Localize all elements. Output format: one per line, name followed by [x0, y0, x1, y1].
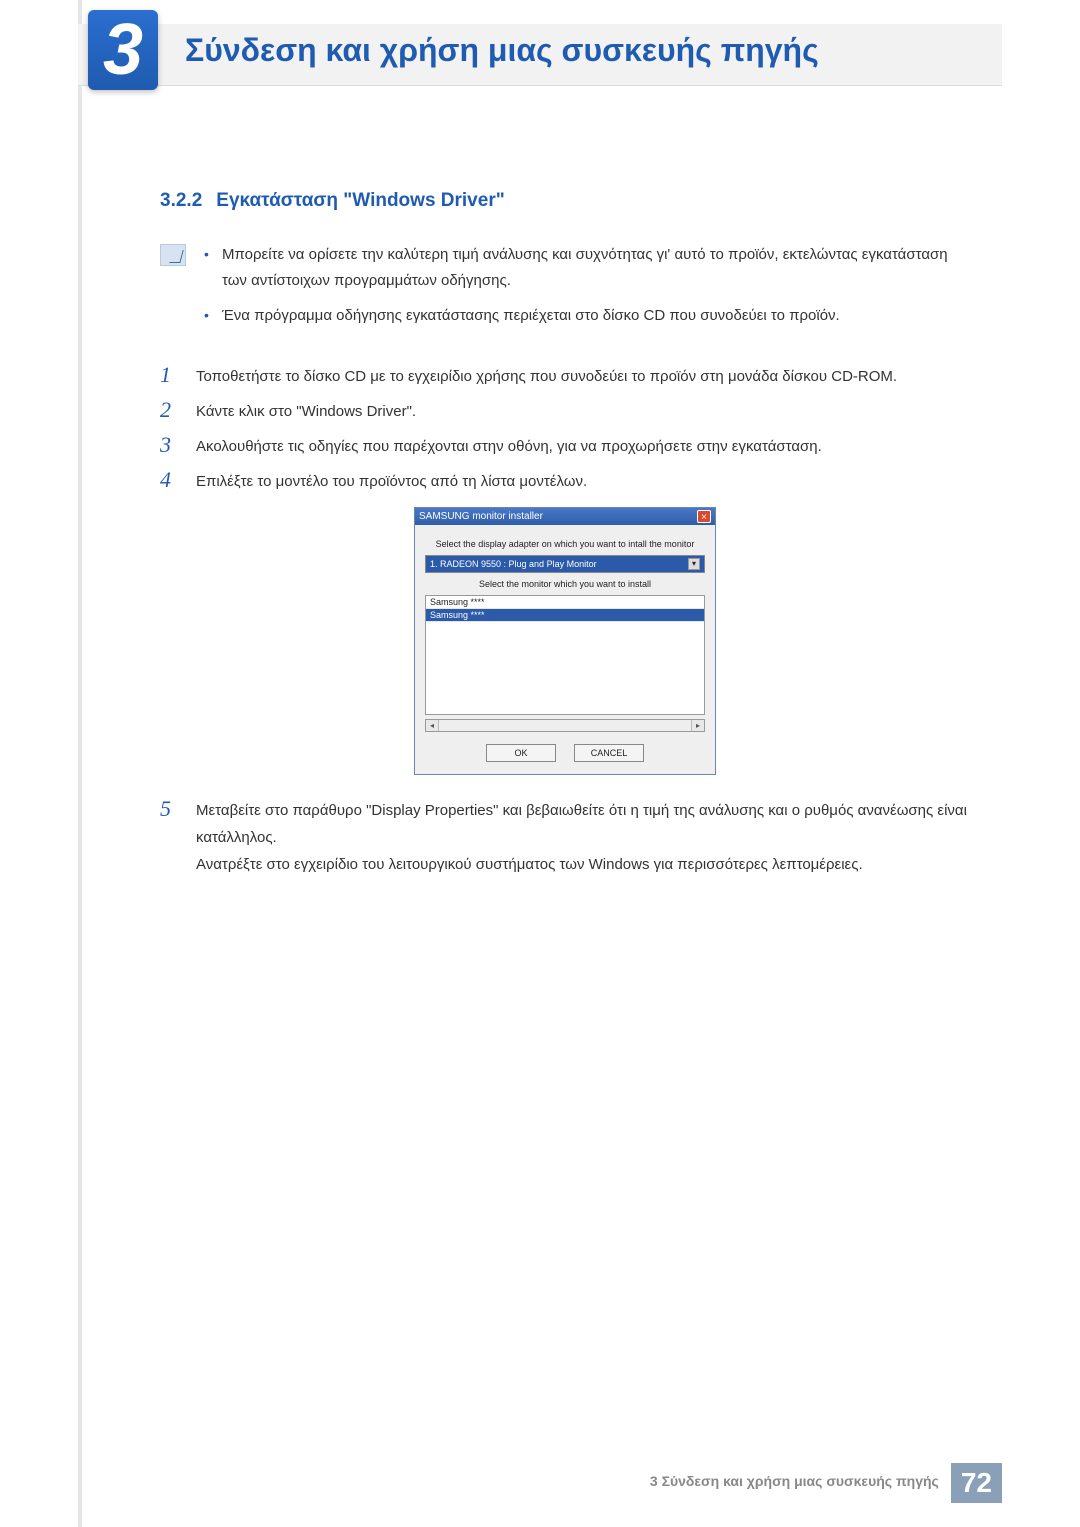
- installer-window: SAMSUNG monitor installer × Select the d…: [414, 507, 716, 775]
- note-item: Ένα πρόγραμμα οδήγησης εγκατάστασης περι…: [204, 303, 970, 329]
- step-number: 1: [160, 361, 178, 390]
- step-number: 2: [160, 396, 178, 425]
- scroll-right-icon[interactable]: ▸: [691, 720, 704, 731]
- installer-body: Select the display adapter on which you …: [415, 525, 715, 774]
- footer-chapter-title: 3 Σύνδεση και χρήση μιας συσκευής πηγής: [638, 1463, 951, 1503]
- note-icon: [160, 244, 186, 266]
- cancel-button[interactable]: CANCEL: [574, 744, 644, 762]
- step: 4 Επιλέξτε το μοντέλο του προϊόντος από …: [160, 466, 970, 495]
- subsection-heading: 3.2.2 Εγκατάσταση "Windows Driver": [160, 190, 970, 212]
- step-list-continued: 5 Μεταβείτε στο παράθυρο "Display Proper…: [160, 795, 970, 878]
- step: 5 Μεταβείτε στο παράθυρο "Display Proper…: [160, 795, 970, 878]
- installer-adapter-label: Select the display adapter on which you …: [425, 539, 705, 549]
- chapter-number-badge: 3: [88, 10, 158, 90]
- step-text-extra: Ανατρέξτε στο εγχειρίδιο του λειτουργικο…: [196, 856, 863, 873]
- step-number: 4: [160, 466, 178, 495]
- content-area: 3.2.2 Εγκατάσταση "Windows Driver" Μπορε…: [160, 190, 970, 884]
- scroll-track[interactable]: [439, 720, 691, 731]
- step-text: Επιλέξτε το μοντέλο του προϊόντος από τη…: [196, 466, 587, 495]
- list-item[interactable]: Samsung ****: [426, 596, 704, 609]
- installer-monitor-label: Select the monitor which you want to ins…: [425, 579, 705, 589]
- installer-title: SAMSUNG monitor installer: [419, 511, 543, 522]
- step-text-line: Μεταβείτε στο παράθυρο "Display Properti…: [196, 802, 967, 846]
- chapter-title: Σύνδεση και χρήση μιας συσκευής πηγής: [185, 32, 819, 69]
- step-text: Μεταβείτε στο παράθυρο "Display Properti…: [196, 795, 970, 878]
- step-number: 3: [160, 431, 178, 460]
- step: 1 Τοποθετήστε το δίσκο CD με το εγχειρίδ…: [160, 361, 970, 390]
- step-list: 1 Τοποθετήστε το δίσκο CD με το εγχειρίδ…: [160, 361, 970, 495]
- note-item: Μπορείτε να ορίσετε την καλύτερη τιμή αν…: [204, 242, 970, 295]
- subsection-number: 3.2.2: [160, 190, 202, 212]
- scroll-left-icon[interactable]: ◂: [426, 720, 439, 731]
- adapter-dropdown-value: 1. RADEON 9550 : Plug and Play Monitor: [430, 559, 597, 569]
- horizontal-scrollbar[interactable]: ◂ ▸: [425, 719, 705, 732]
- step: 3 Ακολουθήστε τις οδηγίες που παρέχονται…: [160, 431, 970, 460]
- adapter-dropdown[interactable]: 1. RADEON 9550 : Plug and Play Monitor ▾: [425, 555, 705, 573]
- subsection-title: Εγκατάσταση "Windows Driver": [216, 190, 504, 212]
- step-text: Ακολουθήστε τις οδηγίες που παρέχονται σ…: [196, 431, 822, 460]
- installer-titlebar: SAMSUNG monitor installer ×: [415, 508, 715, 525]
- step-text: Κάντε κλικ στο "Windows Driver".: [196, 396, 416, 425]
- step: 2 Κάντε κλικ στο "Windows Driver".: [160, 396, 970, 425]
- note-list: Μπορείτε να ορίσετε την καλύτερη τιμή αν…: [204, 242, 970, 337]
- page: 3 Σύνδεση και χρήση μιας συσκευής πηγής …: [0, 0, 1080, 1527]
- left-margin-stripe: [78, 0, 82, 1527]
- chevron-down-icon[interactable]: ▾: [688, 558, 700, 570]
- note-block: Μπορείτε να ορίσετε την καλύτερη τιμή αν…: [160, 242, 970, 337]
- step-number: 5: [160, 795, 178, 878]
- list-item[interactable]: Samsung ****: [426, 609, 704, 622]
- footer: 3 Σύνδεση και χρήση μιας συσκευής πηγής …: [638, 1463, 1002, 1503]
- page-number: 72: [951, 1463, 1002, 1503]
- step-text: Τοποθετήστε το δίσκο CD με το εγχειρίδιο…: [196, 361, 897, 390]
- close-icon[interactable]: ×: [697, 510, 711, 523]
- installer-button-row: OK CANCEL: [425, 744, 705, 762]
- monitor-listbox[interactable]: Samsung **** Samsung ****: [425, 595, 705, 715]
- installer-screenshot: SAMSUNG monitor installer × Select the d…: [414, 507, 716, 775]
- ok-button[interactable]: OK: [486, 744, 556, 762]
